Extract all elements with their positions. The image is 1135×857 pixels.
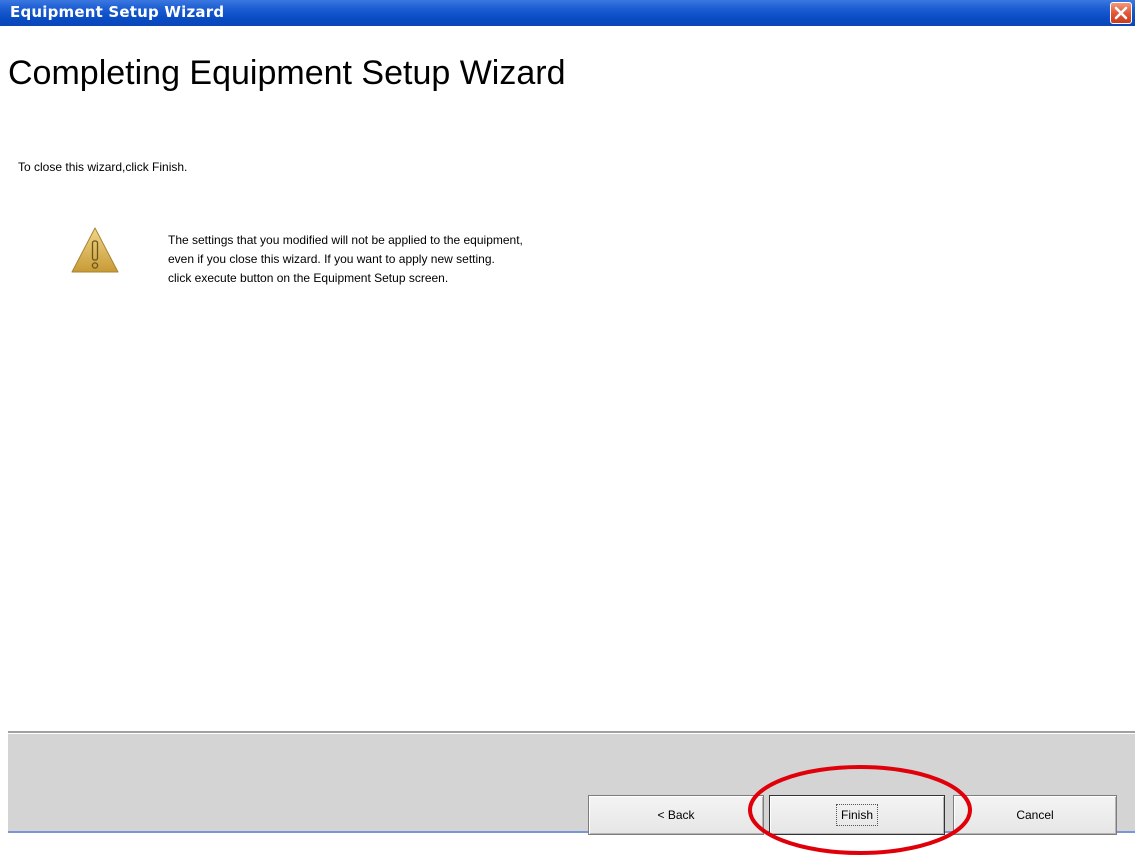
warning-message: The settings that you modified will not … <box>168 231 688 288</box>
close-icon <box>1114 6 1128 20</box>
wizard-window: Equipment Setup Wizard Completing Equipm… <box>0 0 1135 857</box>
warning-line: The settings that you modified will not … <box>168 233 523 247</box>
finish-button[interactable]: Finish <box>769 795 945 835</box>
instruction-text: To close this wizard,click Finish. <box>18 160 188 174</box>
page-heading: Completing Equipment Setup Wizard <box>8 54 566 92</box>
warning-line: even if you close this wizard. If you wa… <box>168 252 495 266</box>
highlight-annotation <box>748 765 972 855</box>
window-title: Equipment Setup Wizard <box>10 3 225 21</box>
warning-line: click execute button on the Equipment Se… <box>168 271 449 285</box>
finish-button-label: Finish <box>835 804 878 826</box>
warning-icon <box>71 227 119 273</box>
back-button[interactable]: < Back <box>588 795 764 835</box>
close-button[interactable] <box>1110 2 1132 24</box>
cancel-button[interactable]: Cancel <box>953 795 1117 835</box>
title-bar[interactable]: Equipment Setup Wizard <box>0 0 1135 26</box>
